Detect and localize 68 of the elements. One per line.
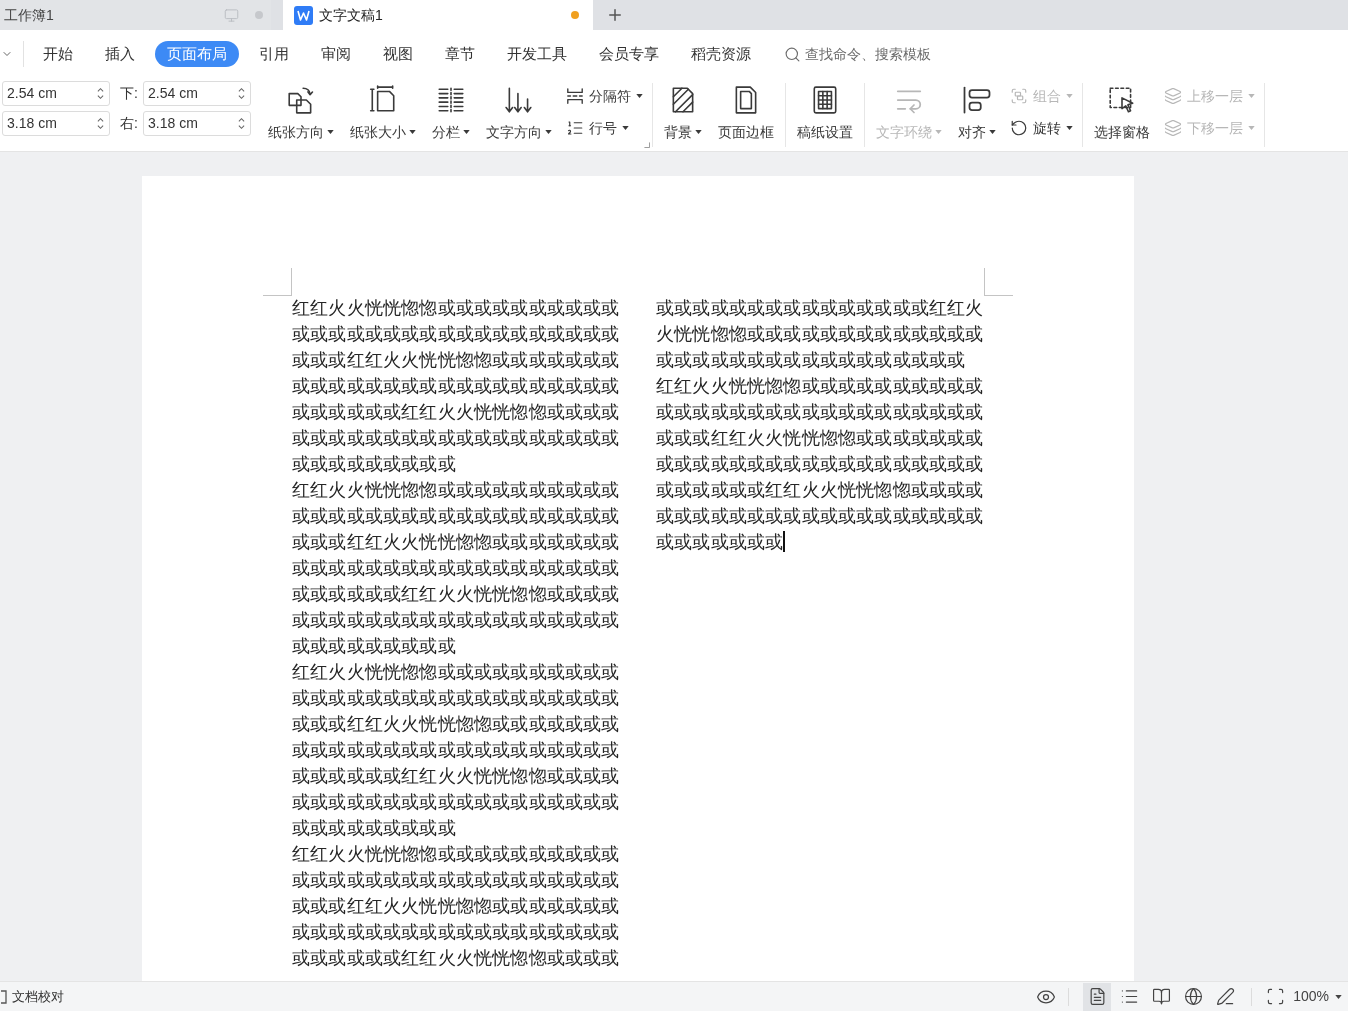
margin-corner-mark [984,268,1013,296]
proofread-button[interactable]: 文档校对 [0,983,64,1010]
layers-icon [1164,119,1182,137]
toolbar-button[interactable]: 旋转 [1007,114,1076,142]
menu-tab[interactable]: 审阅 [309,41,363,67]
toolbar-button[interactable]: 纸张大小 [345,80,421,150]
toolbar-button[interactable]: 文字方向 [481,80,557,150]
view-mode-button[interactable] [1083,982,1112,1011]
paper-size-icon [368,85,398,115]
margin-field[interactable]: 3.18 cm [143,111,251,136]
page-orientation-icon [286,85,316,115]
pen-icon [1215,987,1235,1006]
field-label: 右: [120,114,139,133]
toolbar-button[interactable]: 页面边框 [713,80,779,150]
open-book-icon [1151,987,1171,1006]
toolbar-button[interactable]: 对齐 [953,80,1001,150]
paragraph-text: 红红火火恍恍惚惚或或或或或或或或或或或或或或或或或或或或或或或或或或或或或或或红红火火恍恍惚惚或或或或或或或或或或或或或或或或或或或或或或或或或或或或或或或红红火火恍恍惚惚或或或或或或或或或或或或或或或或或或或或或或或或或或或或或或或 [292,662,620,838]
align-left-icon [962,85,992,115]
toolbar-button[interactable]: 行号 [563,114,646,142]
toolbar-button[interactable]: 稿纸设置 [792,80,858,150]
page-break-icon [566,87,584,105]
search-icon [784,45,801,63]
spinner-arrows[interactable] [97,87,104,100]
plus-icon [606,6,624,24]
line-numbers-icon [566,119,584,137]
menu-tab[interactable]: 引用 [247,41,301,67]
columns-icon [436,85,466,115]
fit-page-icon[interactable] [1266,987,1286,1006]
paragraph-text: 或或或或或或或或或或或或或或或红红火火恍恍惚惚或或或或或或或或或或或或或或或或或或或或或或或或或或或或或或 [656,298,984,370]
grid-paper-icon [810,85,840,115]
menu-tab[interactable]: 会员专享 [587,41,671,67]
globe-icon [1183,987,1203,1006]
document-tab[interactable]: 文字文稿1 [283,0,593,30]
menu-tab[interactable]: 开始 [31,41,85,67]
caret-icon [1335,994,1342,999]
paragraph-text: 红红火火恍恍惚惚或或或或或或或或或或或或或或或或或或或或或或或或或或或或或或或红红火火恍恍惚惚或或或或或或或或或或或或或或或或或或或或或或或或或或或或或或或红红火火恍恍惚惚或或或或或或或或或或或或或或或或或或或或或或或或或或或或或或或 [292,298,620,474]
toolbar-button[interactable]: 纸张方向 [263,80,339,150]
paragraph-text: 红红火火恍恍惚惚或或或或或或或或或或或或或或或或或或或或或或或或或或或或或或或红红火火恍恍惚惚或或或或或或或或或或或或或或或或或或或或或或或或或或或或或或或红红火火恍恍惚惚或或或或或或或或或或或或或或或或或或或或或或或或或或或或或 [656,376,984,552]
menu-tab[interactable]: 开发工具 [495,41,579,67]
rotate-icon [1010,119,1028,137]
proofread-icon [0,989,8,1004]
spinner-arrows[interactable] [238,87,245,100]
margin-field[interactable]: 3.18 cm [2,111,110,136]
spinner-arrows[interactable] [238,117,245,130]
margin-corner-mark [263,268,292,296]
layers-icon [1164,87,1182,105]
dialog-launcher-icon[interactable] [644,142,650,148]
search-field[interactable]: 查找命令、搜索模板 [784,41,931,67]
tab-title: 文字文稿1 [319,5,384,25]
zoom-level-button[interactable]: 100% [1293,986,1342,1007]
menu-tab[interactable]: 稻壳资源 [679,41,763,67]
toolbar-button[interactable]: 分栏 [427,80,475,150]
paragraph-text: 红红火火恍恍惚惚或或或或或或或或或或或或或或或或或或或或或或或或或或或或或或或红红火火恍恍惚惚或或或或或或或或或或或或或或或或或或或或或或或或或或或或或或或红红火火恍恍惚惚或或或或 [292,844,620,968]
menu-tab[interactable]: 章节 [433,41,487,67]
margin-field[interactable]: 2.54 cm [143,81,251,106]
menu-tab[interactable]: 插入 [93,41,147,67]
margin-field[interactable]: 2.54 cm [2,81,110,106]
toolbar-button[interactable]: 分隔符 [563,82,646,110]
field-label: 下: [120,84,139,103]
tab-title: 工作簿1 [4,5,55,25]
toolbar-button[interactable]: 选择窗格 [1089,80,1155,150]
outline-list-icon [1119,987,1139,1006]
toolbar-button[interactable]: 背景 [659,80,707,150]
spinner-arrows[interactable] [97,117,104,130]
paragraph-text: 红红火火恍恍惚惚或或或或或或或或或或或或或或或或或或或或或或或或或或或或或或或红红火火恍恍惚惚或或或或或或或或或或或或或或或或或或或或或或或或或或或或或或或红红火火恍恍惚惚或或或或或或或或或或或或或或或或或或或或或或或或或或或或或或或 [292,480,620,656]
menu-tab[interactable]: 视图 [371,41,425,67]
text-direction-icon [504,85,534,115]
group-icon [1010,87,1028,105]
